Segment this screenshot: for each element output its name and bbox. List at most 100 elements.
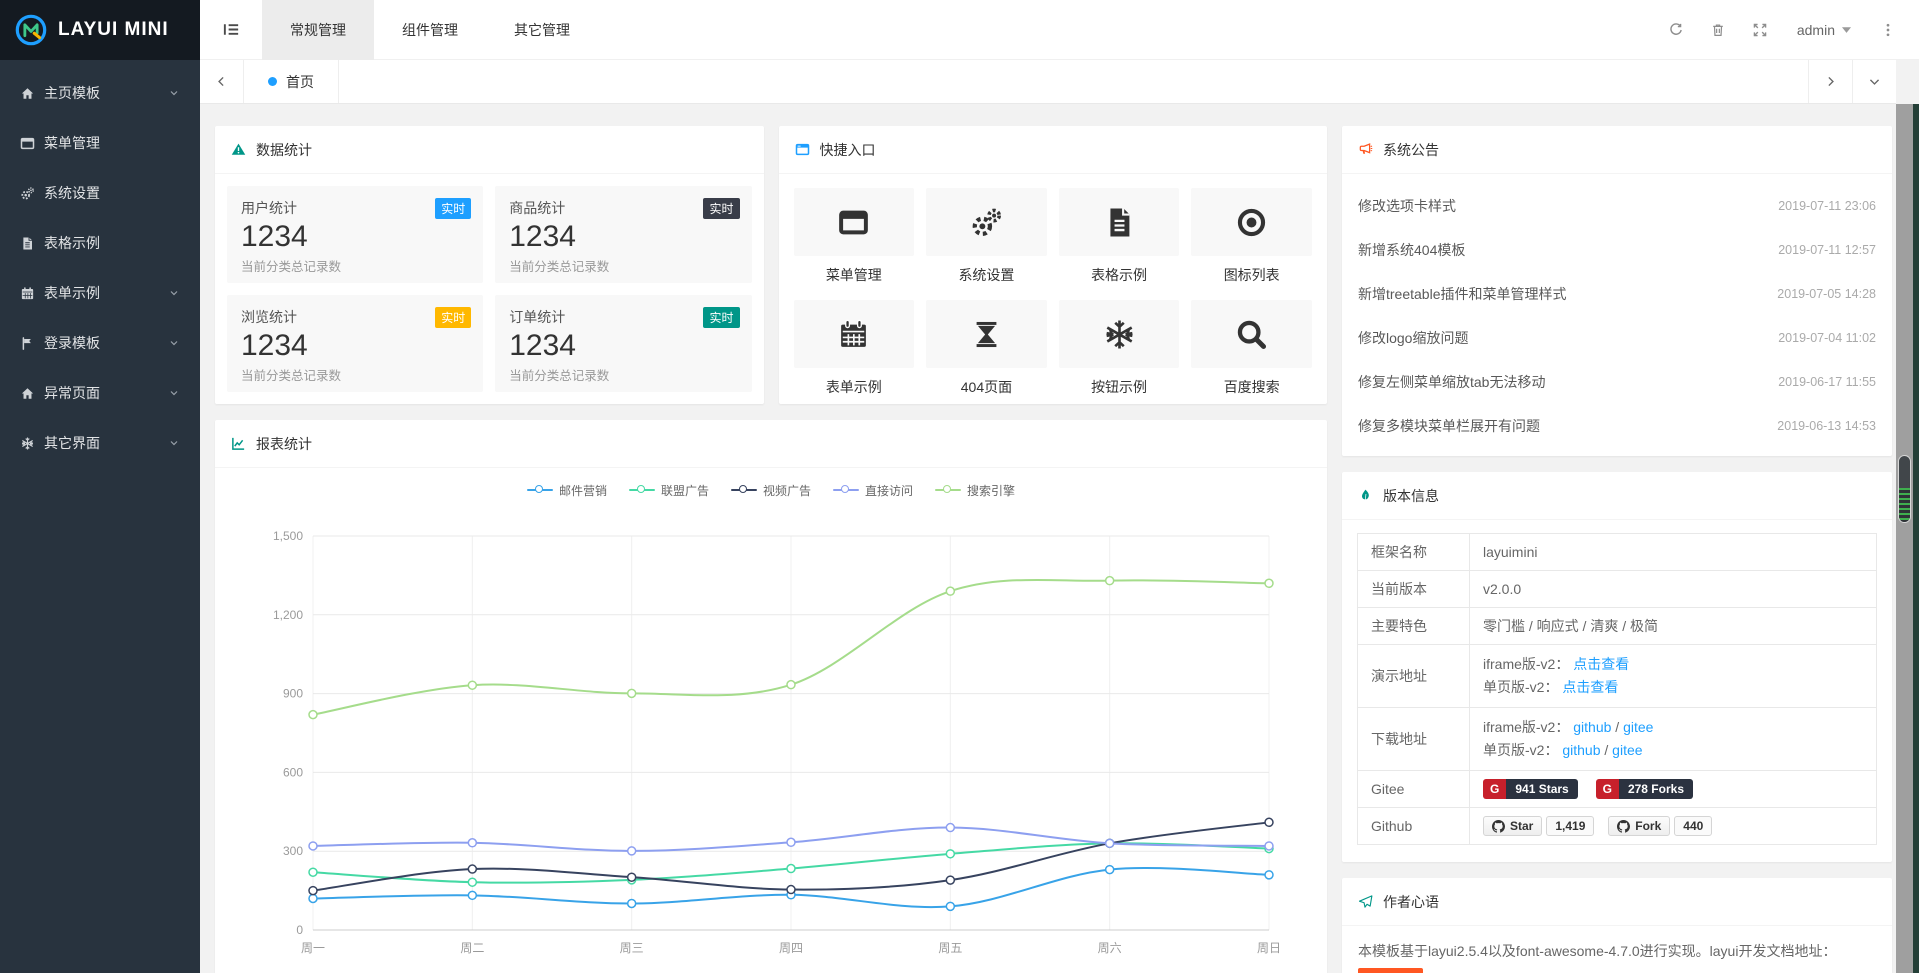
quick-item-settings[interactable]: 系统设置 <box>926 188 1047 285</box>
svg-text:600: 600 <box>283 765 303 779</box>
download-github-link[interactable]: github <box>1562 742 1600 758</box>
announcement-item[interactable]: 修改选项卡样式 2019-07-11 23:06 <box>1358 184 1876 228</box>
quick-item-form[interactable]: 表单示例 <box>794 300 915 397</box>
legend-item-direct[interactable]: 直接访问 <box>833 482 913 499</box>
chevron-down-icon <box>168 387 180 399</box>
announcement-item[interactable]: 修复多模块菜单栏展开有问题 2019-06-13 14:53 <box>1358 404 1876 448</box>
nav-tab-general[interactable]: 常规管理 <box>262 0 374 60</box>
fullscreen-button[interactable] <box>1739 0 1781 60</box>
quick-item-404[interactable]: 404页面 <box>926 300 1047 397</box>
status-badge: 实时 <box>703 198 739 219</box>
announcement-item[interactable]: 新增系统404模板 2019-07-11 12:57 <box>1358 228 1876 272</box>
author-words-body: 本模板基于layui2.5.4以及font-awesome-4.7.0进行实现。… <box>1342 926 1892 973</box>
gears-icon <box>970 206 1003 239</box>
vertical-dots-icon <box>1880 22 1896 38</box>
legend-marker <box>527 489 553 491</box>
quick-item-buttons[interactable]: 按钮示例 <box>1059 300 1180 397</box>
legend-item-email[interactable]: 邮件营销 <box>527 482 607 499</box>
legend-item-affiliate[interactable]: 联盟广告 <box>629 482 709 499</box>
nav-tab-components[interactable]: 组件管理 <box>374 0 486 60</box>
clear-cache-button[interactable] <box>1697 0 1739 60</box>
legend-item-search[interactable]: 搜索引擎 <box>935 482 1015 499</box>
window-icon <box>837 206 870 239</box>
quick-entry-grid: 菜单管理 系统设置 表格示例 图标列表 <box>779 174 1328 411</box>
brand-text: LAYUI MINI <box>58 19 169 41</box>
announcement-item[interactable]: 修改logo缩放问题 2019-07-04 11:02 <box>1358 316 1876 360</box>
caret-down-icon <box>1842 27 1851 33</box>
download-gitee-link[interactable]: gitee <box>1612 742 1642 758</box>
main-content: 数据统计 用户统计 实时 1234 当前分类总记录数 商品统计 实时 1234 <box>200 104 1896 973</box>
stat-cards: 用户统计 实时 1234 当前分类总记录数 商品统计 实时 1234 当前分类总… <box>215 174 764 404</box>
system-announcement-header: 系统公告 <box>1342 126 1892 174</box>
tab-home[interactable]: 首页 <box>244 60 339 103</box>
tabs-scroll-left-button[interactable] <box>200 60 244 103</box>
sidebar-item-error-pages[interactable]: 异常页面 <box>0 368 200 418</box>
sidebar-item-table-example[interactable]: 表格示例 <box>0 218 200 268</box>
more-options-button[interactable] <box>1867 0 1909 60</box>
sidebar-item-menu-management[interactable]: 菜单管理 <box>0 118 200 168</box>
leaf-icon <box>1358 488 1373 503</box>
data-statistics-header: 数据统计 <box>215 126 764 174</box>
download-gitee-link[interactable]: gitee <box>1623 719 1653 735</box>
announcement-item[interactable]: 修复左侧菜单缩放tab无法移动 2019-06-17 11:55 <box>1358 360 1876 404</box>
github-fork-count[interactable]: 440 <box>1674 816 1712 836</box>
nav-tab-other[interactable]: 其它管理 <box>486 0 598 60</box>
snowflake-icon <box>20 436 35 451</box>
legend-item-video[interactable]: 视频广告 <box>731 482 811 499</box>
gitee-forks-badge[interactable]: G278 Forks <box>1596 779 1693 799</box>
trash-icon <box>1710 22 1726 38</box>
tabs-scroll-right-button[interactable] <box>1808 60 1852 103</box>
quick-item-menu[interactable]: 菜单管理 <box>794 188 915 285</box>
page-scrollbar <box>1896 104 1919 973</box>
megaphone-icon <box>1358 142 1373 157</box>
scrollbar-track[interactable] <box>1896 104 1913 973</box>
calendar-icon <box>837 318 870 351</box>
stat-card-orders: 订单统计 实时 1234 当前分类总记录数 <box>495 295 751 392</box>
quick-item-baidu-search[interactable]: 百度搜索 <box>1191 300 1312 397</box>
collapse-sidebar-button[interactable] <box>200 0 262 60</box>
svg-text:周四: 周四 <box>779 941 803 955</box>
quick-item-icons[interactable]: 图标列表 <box>1191 188 1312 285</box>
brand-logo: LAYUI MINI <box>0 0 200 60</box>
sidebar-item-other-pages[interactable]: 其它界面 <box>0 418 200 468</box>
layui-mini-logo-icon <box>14 13 48 47</box>
refresh-icon <box>1668 22 1684 38</box>
github-fork-button[interactable]: Fork <box>1608 816 1670 836</box>
announcement-list: 修改选项卡样式 2019-07-11 23:06 新增系统404模板 2019-… <box>1342 174 1892 458</box>
table-row: 下载地址 iframe版-v2： github / gitee 单页版-v2： … <box>1358 708 1877 771</box>
table-row: 当前版本 v2.0.0 <box>1358 571 1877 608</box>
announcement-item[interactable]: 新增treetable插件和菜单管理样式 2019-07-05 14:28 <box>1358 272 1876 316</box>
home-icon <box>20 386 35 401</box>
gitee-logo-icon: G <box>1596 779 1619 799</box>
quick-entry-header: 快捷入口 <box>779 126 1328 174</box>
report-statistics-panel: 报表统计 邮件营销 联盟广告 视频广告 直接访问 搜索引擎 周一周二周三周四周五… <box>215 420 1327 973</box>
github-icon <box>1492 820 1505 833</box>
quick-item-table[interactable]: 表格示例 <box>1059 188 1180 285</box>
left-column: 数据统计 用户统计 实时 1234 当前分类总记录数 商品统计 实时 1234 <box>215 126 1327 973</box>
sidebar-item-login-template[interactable]: 登录模板 <box>0 318 200 368</box>
scrollbar-thumb[interactable] <box>1899 456 1910 522</box>
refresh-button[interactable] <box>1655 0 1697 60</box>
user-menu[interactable]: admin <box>1781 0 1867 60</box>
github-star-button[interactable]: Star <box>1483 816 1542 836</box>
snowflake-icon <box>1103 318 1136 351</box>
table-row: 框架名称 layuimini <box>1358 534 1877 571</box>
author-words-header: 作者心语 <box>1342 878 1892 926</box>
demo-spa-link[interactable]: 点击查看 <box>1562 679 1618 695</box>
download-github-link[interactable]: github <box>1573 719 1611 735</box>
file-text-icon <box>1103 206 1136 239</box>
search-icon <box>1235 318 1268 351</box>
sidebar-item-home-template[interactable]: 主页模板 <box>0 68 200 118</box>
gitee-stars-badge[interactable]: G941 Stars <box>1483 779 1578 799</box>
sidebar-item-system-settings[interactable]: 系统设置 <box>0 168 200 218</box>
tabs-dropdown-button[interactable] <box>1852 60 1896 103</box>
svg-text:周五: 周五 <box>938 941 962 955</box>
status-badge: 实时 <box>435 198 471 219</box>
version-info-panel: 版本信息 框架名称 layuimini 当前版本 v2.0.0 主要特色 <box>1342 472 1892 862</box>
github-star-count[interactable]: 1,419 <box>1546 816 1594 836</box>
demo-iframe-link[interactable]: 点击查看 <box>1573 656 1629 672</box>
sidebar-item-form-example[interactable]: 表单示例 <box>0 268 200 318</box>
table-row: 主要特色 零门槛 / 响应式 / 清爽 / 极简 <box>1358 608 1877 645</box>
layui-doc-badge[interactable]: layui文档 <box>1358 968 1423 973</box>
quick-entry-panel: 快捷入口 菜单管理 系统设置 表格示例 <box>779 126 1328 404</box>
